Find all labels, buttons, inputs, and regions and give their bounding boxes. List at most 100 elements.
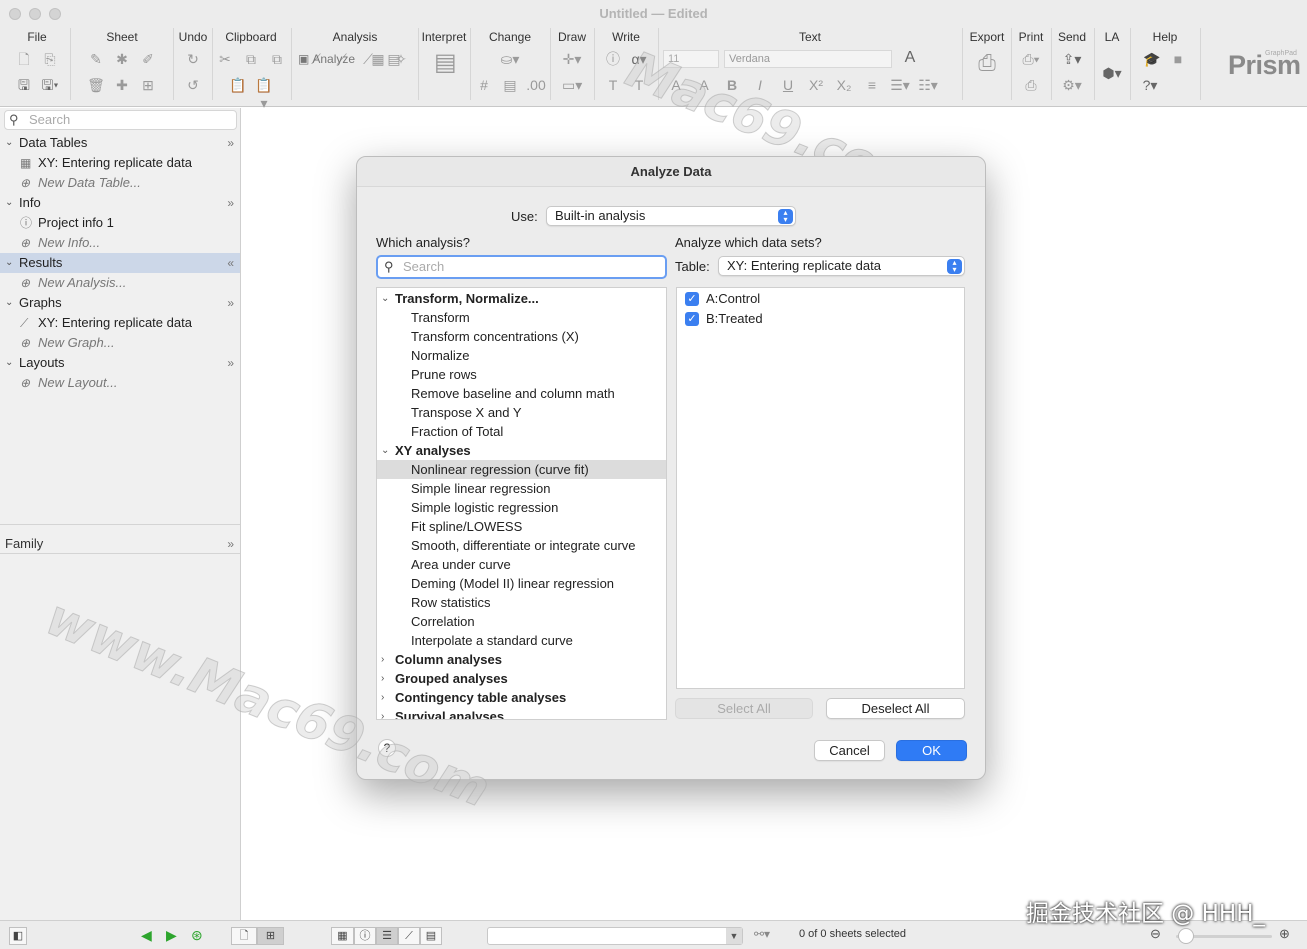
double-chevron-left-icon[interactable]: « (227, 253, 234, 273)
analysis-list[interactable]: ⌄ Transform, Normalize... Transform Transfo… (376, 287, 667, 720)
analysis-category[interactable]: › Column analyses (377, 650, 666, 669)
font-size-select[interactable]: 11 (663, 50, 719, 68)
analysis-item[interactable]: Nonlinear regression (curve fit) (377, 460, 666, 479)
analysis-item[interactable]: Deming (Model II) linear regression (377, 574, 666, 593)
analysis-item[interactable]: Normalize (377, 346, 666, 365)
use-select[interactable]: Built-in analysis ▴ ▾ (546, 206, 796, 226)
family-panel-header[interactable]: Family » (0, 534, 240, 554)
data-sheet-button[interactable]: ▦ (331, 927, 354, 945)
cancel-button[interactable]: Cancel (814, 740, 885, 761)
sidebar-item-data-table[interactable]: ▦ XY: Entering replicate data (0, 153, 240, 173)
chevron-down-icon[interactable]: ⌄ (381, 441, 389, 460)
export-icon[interactable]: ⎙ (977, 52, 997, 84)
superscript-icon[interactable]: X² (806, 76, 826, 94)
help-button[interactable]: ? (378, 739, 396, 757)
chevron-right-icon[interactable]: › (381, 707, 384, 719)
sidebar-search-input[interactable]: ⚲ Search (4, 110, 237, 130)
new-file-icon[interactable]: 🗋 (14, 50, 34, 68)
dataset-checkbox-a[interactable]: ✓ A:Control (685, 289, 760, 309)
layout-sheet-button[interactable]: ▤ (420, 927, 442, 945)
analysis-item[interactable]: Transpose X and Y (377, 403, 666, 422)
analysis-item[interactable]: Transform concentrations (X) (377, 327, 666, 346)
analysis-item[interactable]: Transform (377, 308, 666, 327)
rectangle-tool-icon[interactable]: ▭▾ (562, 76, 582, 94)
help-panel-icon[interactable]: ■ (1168, 50, 1188, 68)
select-all-button[interactable]: Select All (675, 698, 813, 719)
analysis-category[interactable]: › Grouped analyses (377, 669, 666, 688)
analyze-button[interactable]: ▣ Analyze ▦ ✧ (298, 50, 411, 68)
share-icon[interactable]: ⇪▾ (1062, 50, 1082, 68)
graph-sheet-button[interactable]: ⟋ (398, 927, 420, 945)
analysis-category[interactable]: ⌄ Transform, Normalize... (377, 289, 666, 308)
save-as-icon[interactable]: 🖫▾ (40, 76, 60, 94)
analysis-item[interactable]: Area under curve (377, 555, 666, 574)
pin-icon[interactable]: ✐ (138, 50, 158, 68)
text-box-icon[interactable]: T (629, 76, 649, 94)
analysis-item[interactable]: Row statistics (377, 593, 666, 612)
font-larger-icon[interactable]: A (666, 76, 686, 94)
save-icon[interactable]: 🖫 (14, 76, 34, 94)
sidebar-item-new-info[interactable]: ⊕ New Info... (0, 233, 240, 253)
chevron-right-icon[interactable]: › (381, 669, 384, 688)
chevron-right-icon[interactable]: › (381, 688, 384, 707)
link-icon[interactable]: ⚯▾ (754, 927, 770, 941)
paste-icon[interactable]: 📋▾ (254, 76, 274, 111)
sidebar-item-new-analysis[interactable]: ⊕ New Analysis... (0, 273, 240, 293)
copy-special-icon[interactable]: ⧉ (267, 50, 287, 68)
format-icon[interactable]: # (474, 76, 494, 94)
previous-sheet-icon[interactable]: ◀ (141, 927, 152, 944)
clipboard-icon[interactable]: 📋 (228, 76, 248, 94)
analysis-item[interactable]: Remove baseline and column math (377, 384, 666, 403)
print-preview-icon[interactable]: ⎙ (1021, 76, 1041, 94)
subscript-icon[interactable]: X₂ (834, 76, 854, 94)
analysis-item[interactable]: Prune rows (377, 365, 666, 384)
sidebar-item-new-data-table[interactable]: ⊕ New Data Table... (0, 173, 240, 193)
font-name-select[interactable]: Verdana (724, 50, 892, 68)
underline-icon[interactable]: U (778, 76, 798, 94)
spacing-icon[interactable]: ☷▾ (918, 76, 938, 94)
cube-icon[interactable]: ⬢▾ (1102, 64, 1122, 82)
section-layouts[interactable]: ⌄ Layouts » (0, 353, 240, 373)
graduation-cap-icon[interactable]: 🎓 (1142, 50, 1162, 68)
table-select[interactable]: XY: Entering replicate data ▴ ▾ (718, 256, 965, 276)
alpha-icon[interactable]: α▾ (629, 50, 649, 68)
analysis-category[interactable]: › Contingency table analyses (377, 688, 666, 707)
table-format-icon[interactable]: ▤ (500, 76, 520, 94)
zoom-slider-knob[interactable] (1178, 928, 1194, 944)
open-file-icon[interactable]: ⎘ (40, 50, 60, 68)
sheet-view-button[interactable]: 🗋 (231, 927, 257, 945)
trash-icon[interactable]: 🗑 (86, 76, 106, 94)
chevron-right-icon[interactable]: › (381, 650, 384, 669)
send-icon[interactable]: ⚙▾ (1062, 76, 1082, 94)
double-chevron-right-icon[interactable]: » (227, 193, 234, 213)
zoom-out-icon[interactable]: ⊖ (1150, 926, 1161, 942)
analysis-item[interactable]: Fit spline/LOWESS (377, 517, 666, 536)
section-info[interactable]: ⌄ Info » (0, 193, 240, 213)
decimal-icon[interactable]: .00 (526, 76, 546, 94)
add-row-icon[interactable]: ⊞ (138, 76, 158, 94)
bold-icon[interactable]: B (722, 76, 742, 94)
font-color-icon[interactable]: A (900, 49, 920, 67)
align-icon[interactable]: ≡ (862, 76, 882, 94)
sidebar-item-project-info[interactable]: ⓘ Project info 1 (0, 213, 240, 233)
analysis-category[interactable]: › Survival analyses (377, 707, 666, 719)
sheet-selector[interactable]: ▼ (487, 927, 743, 945)
help-icon[interactable]: ?▾ (1140, 76, 1160, 94)
print-icon[interactable]: ⎙▾ (1021, 50, 1041, 68)
table-icon[interactable]: ▦ (368, 50, 388, 68)
analysis-item[interactable]: Interpolate a standard curve (377, 631, 666, 650)
go-to-sheet-icon[interactable]: ⊛ (191, 927, 203, 944)
interpret-icon[interactable]: ▤ (434, 51, 457, 84)
gallery-view-button[interactable]: ⊞ (257, 927, 284, 945)
double-chevron-right-icon[interactable]: » (227, 353, 234, 373)
section-results[interactable]: ⌄ Results « (0, 253, 240, 273)
font-smaller-icon[interactable]: A (694, 76, 714, 94)
analysis-search-input[interactable]: ⚲ Search (376, 255, 667, 279)
section-graphs[interactable]: ⌄ Graphs » (0, 293, 240, 313)
list-icon[interactable]: ☰▾ (890, 76, 910, 94)
undo-icon[interactable]: ↺ (183, 76, 203, 94)
sidebar-item-new-graph[interactable]: ⊕ New Graph... (0, 333, 240, 353)
analysis-item[interactable]: Fraction of Total (377, 422, 666, 441)
splitter-handle[interactable] (0, 524, 240, 532)
section-data-tables[interactable]: ⌄ Data Tables » (0, 133, 240, 153)
